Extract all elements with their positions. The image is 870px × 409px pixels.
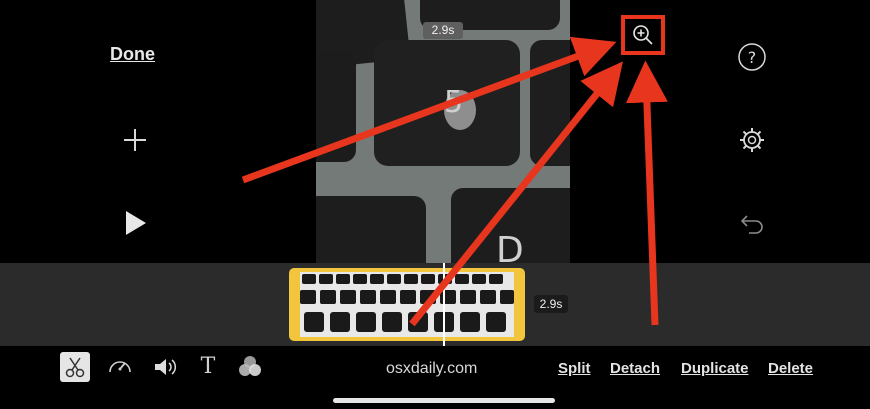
- title-tool-button[interactable]: T: [193, 352, 223, 382]
- help-button[interactable]: ?: [737, 42, 767, 72]
- svg-text:?: ?: [748, 48, 757, 67]
- speed-icon: [109, 361, 131, 373]
- question-mark-icon: ?: [738, 43, 766, 71]
- filters-tool-button[interactable]: [235, 352, 265, 382]
- volume-icon: [155, 359, 177, 375]
- play-icon: [126, 211, 146, 235]
- gear-icon: [740, 128, 764, 152]
- clip-thumbnails: [300, 272, 514, 337]
- volume-tool-button[interactable]: [150, 352, 180, 382]
- filters-icon: [239, 356, 261, 376]
- undo-button[interactable]: [737, 208, 767, 238]
- detach-button[interactable]: Detach: [610, 360, 660, 377]
- keyboard-preview-image: D 5: [316, 0, 570, 263]
- edit-tool-button[interactable]: [60, 352, 90, 382]
- svg-text:5: 5: [444, 85, 463, 120]
- done-button[interactable]: Done: [110, 44, 155, 65]
- svg-text:D: D: [496, 230, 524, 263]
- title-icon: T: [200, 354, 216, 379]
- play-button[interactable]: [124, 208, 150, 238]
- video-preview: D 5: [316, 0, 570, 263]
- duplicate-button[interactable]: Duplicate: [681, 360, 749, 377]
- undo-icon: [740, 215, 763, 234]
- zoom-button[interactable]: [631, 23, 655, 47]
- home-indicator: [333, 398, 555, 403]
- split-button[interactable]: Split: [558, 360, 591, 377]
- settings-button[interactable]: [737, 125, 767, 155]
- clip-filmstrip-image: [300, 272, 514, 337]
- zoom-in-icon: [633, 25, 653, 45]
- clip-duration-badge: 2.9s: [534, 295, 568, 313]
- watermark: osxdaily.com: [386, 360, 478, 377]
- scissors-icon: [65, 357, 85, 378]
- plus-icon: [124, 129, 146, 151]
- speed-tool-button[interactable]: [105, 352, 135, 382]
- delete-button[interactable]: Delete: [768, 360, 813, 377]
- preview-duration-badge: 2.9s: [423, 22, 463, 39]
- playhead[interactable]: [443, 263, 445, 346]
- add-media-button[interactable]: [120, 125, 150, 155]
